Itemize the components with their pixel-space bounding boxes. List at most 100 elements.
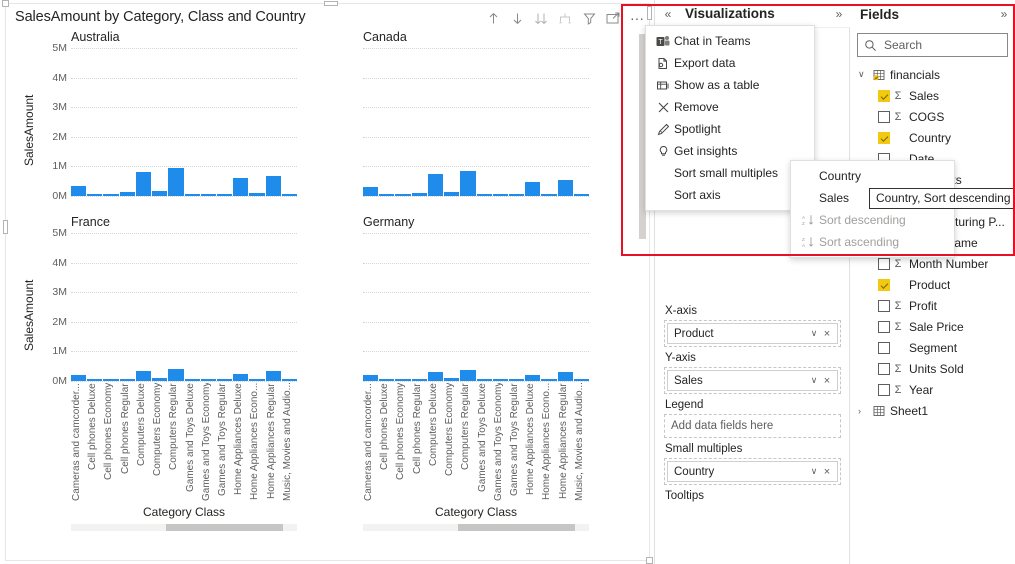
- bar[interactable]: [233, 374, 249, 381]
- bar[interactable]: [395, 194, 411, 196]
- bar[interactable]: [508, 194, 525, 196]
- bar[interactable]: [265, 371, 281, 381]
- panel-horizontal-scrollbar[interactable]: [363, 524, 589, 531]
- field-checkbox[interactable]: [878, 362, 890, 375]
- field-row-units-sold[interactable]: Σ Units Sold: [850, 358, 1015, 379]
- bar[interactable]: [152, 190, 168, 196]
- small-multiples-bar-chart-visual[interactable]: SalesAmount by Category, Class and Count…: [2, 0, 653, 564]
- fields-table-sheet1[interactable]: › Sheet1: [850, 400, 1015, 421]
- chevron-down-icon[interactable]: ∨: [807, 466, 821, 477]
- field-row-cogs[interactable]: Σ COGS: [850, 106, 1015, 127]
- bar[interactable]: [541, 379, 557, 381]
- drill-up-icon[interactable]: [486, 11, 500, 25]
- context-menu-item-remove[interactable]: Remove: [646, 96, 814, 118]
- bar[interactable]: [541, 193, 557, 196]
- bar[interactable]: [525, 374, 541, 381]
- resize-handle-left-middle[interactable]: [3, 220, 8, 234]
- panel-horizontal-scrollbar-thumb[interactable]: [457, 524, 576, 531]
- field-well-y-axis[interactable]: Sales ∨ ×: [664, 367, 841, 394]
- sort-small-multiples-submenu[interactable]: Country Sales A Z Sort descending Z A Sort asce…: [790, 160, 955, 258]
- resize-handle-top-center[interactable]: [324, 1, 338, 6]
- bar[interactable]: [411, 192, 427, 196]
- bar[interactable]: [363, 375, 379, 381]
- field-checkbox[interactable]: [878, 320, 890, 333]
- close-icon[interactable]: ×: [821, 328, 833, 340]
- fields-table-financials[interactable]: ∨ financials: [850, 64, 1015, 85]
- bar[interactable]: [427, 371, 444, 381]
- field-well-x-axis[interactable]: Product ∨ ×: [664, 320, 841, 347]
- field-checkbox[interactable]: [878, 131, 890, 144]
- fields-expand-icon[interactable]: »: [993, 7, 1015, 21]
- field-row-segment[interactable]: ΣSegment: [850, 337, 1015, 358]
- field-well-legend[interactable]: Add data fields here: [664, 414, 841, 438]
- bar[interactable]: [379, 379, 395, 381]
- bar[interactable]: [460, 369, 476, 381]
- expand-pane-icon[interactable]: »: [828, 7, 850, 21]
- context-menu-item-get-insights[interactable]: Get insights: [646, 140, 814, 162]
- bar[interactable]: [249, 193, 265, 196]
- field-checkbox[interactable]: [878, 383, 890, 396]
- fields-search-input[interactable]: Search: [857, 33, 1008, 57]
- chevron-icon[interactable]: ›: [858, 406, 870, 416]
- field-chip-small-multiples[interactable]: Country ∨ ×: [667, 461, 838, 482]
- bar[interactable]: [200, 194, 216, 196]
- bar[interactable]: [476, 379, 492, 381]
- bar[interactable]: [87, 379, 103, 381]
- field-chip-x-axis[interactable]: Product ∨ ×: [667, 323, 838, 344]
- field-checkbox[interactable]: [878, 110, 890, 123]
- submenu-item-sort-descending[interactable]: A Z Sort descending: [791, 209, 954, 231]
- field-checkbox[interactable]: [878, 89, 890, 102]
- bar[interactable]: [265, 176, 281, 196]
- field-checkbox[interactable]: [878, 278, 890, 291]
- panel-horizontal-scrollbar[interactable]: [71, 524, 297, 531]
- bar[interactable]: [557, 180, 573, 196]
- resize-handle-bottom-right[interactable]: [646, 557, 653, 564]
- panel-horizontal-scrollbar-thumb[interactable]: [165, 524, 284, 531]
- bar[interactable]: [395, 379, 411, 381]
- context-menu-item-export-data[interactable]: Export data: [646, 52, 814, 74]
- bar[interactable]: [152, 378, 168, 381]
- bar[interactable]: [379, 194, 395, 196]
- context-menu-item-spotlight[interactable]: Spotlight: [646, 118, 814, 140]
- field-row-product[interactable]: ΣProduct: [850, 274, 1015, 295]
- bar[interactable]: [525, 181, 541, 196]
- bar[interactable]: [87, 194, 103, 196]
- bar[interactable]: [573, 379, 590, 381]
- field-checkbox[interactable]: [878, 341, 890, 354]
- bar[interactable]: [135, 172, 152, 196]
- bar[interactable]: [168, 168, 184, 196]
- field-well-small-multiples[interactable]: Country ∨ ×: [664, 458, 841, 485]
- submenu-item-country[interactable]: Country: [791, 165, 954, 187]
- bar[interactable]: [444, 191, 460, 196]
- context-menu-item-show-as-a-table[interactable]: Show as a table: [646, 74, 814, 96]
- resize-handle-top-left[interactable]: [2, 0, 9, 7]
- bar[interactable]: [427, 174, 444, 196]
- drill-down-icon[interactable]: [510, 11, 524, 25]
- bar[interactable]: [233, 178, 249, 196]
- bar[interactable]: [119, 192, 135, 196]
- expand-all-icon[interactable]: [534, 11, 548, 25]
- bar[interactable]: [103, 379, 119, 381]
- bar[interactable]: [363, 187, 379, 196]
- bar[interactable]: [492, 379, 508, 381]
- close-icon[interactable]: ×: [821, 466, 833, 478]
- field-row-profit[interactable]: Σ Profit: [850, 295, 1015, 316]
- collapse-pane-icon[interactable]: «: [655, 7, 681, 21]
- bar[interactable]: [71, 375, 87, 381]
- focus-mode-icon[interactable]: [606, 11, 620, 25]
- field-row-year[interactable]: Σ Year: [850, 379, 1015, 400]
- bar[interactable]: [281, 379, 298, 381]
- bar[interactable]: [200, 379, 216, 381]
- field-row-sales[interactable]: Σ Sales: [850, 85, 1015, 106]
- field-checkbox[interactable]: [878, 257, 890, 270]
- bar[interactable]: [492, 194, 508, 196]
- bar[interactable]: [281, 194, 298, 196]
- field-row-sale-price[interactable]: Σ Sale Price: [850, 316, 1015, 337]
- bar[interactable]: [184, 379, 200, 381]
- bar[interactable]: [216, 194, 233, 196]
- chevron-down-icon[interactable]: ∨: [807, 375, 821, 386]
- field-chip-y-axis[interactable]: Sales ∨ ×: [667, 370, 838, 391]
- context-menu-item-sort-axis[interactable]: Sort axis›: [646, 184, 814, 206]
- submenu-item-sort-ascending[interactable]: Z A Sort ascending: [791, 231, 954, 253]
- bar[interactable]: [557, 371, 573, 381]
